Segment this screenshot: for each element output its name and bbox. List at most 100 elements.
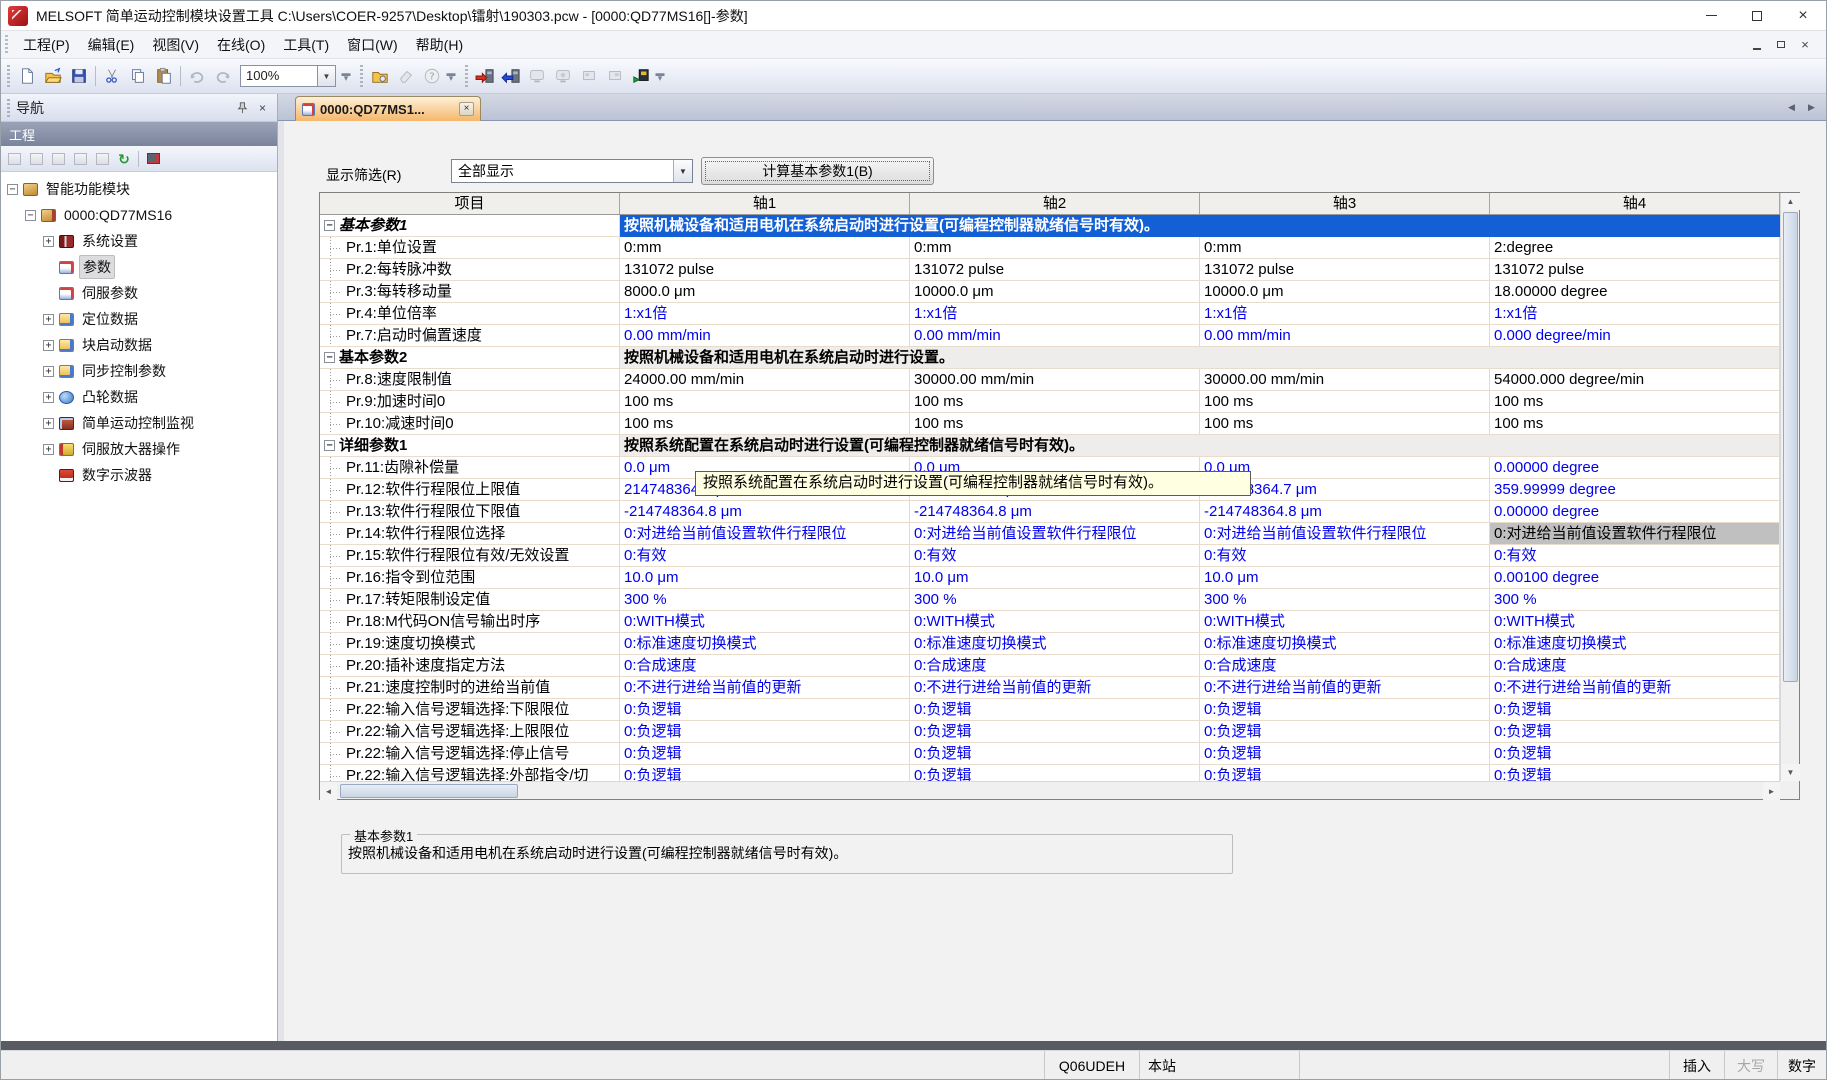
grid-cell[interactable]: 300 % xyxy=(1490,589,1780,611)
grid-cell[interactable]: 100 ms xyxy=(910,413,1200,435)
row-label[interactable]: Pr.11:齿隙补偿量 xyxy=(320,457,620,479)
save-project-button[interactable] xyxy=(66,63,92,89)
grid-cell[interactable]: 2:degree xyxy=(1490,237,1780,259)
grid-cell[interactable]: 0.00 mm/min xyxy=(620,325,910,347)
group-description-cell[interactable]: 按照机械设备和适用电机在系统启动时进行设置(可编程控制器就绪信号时有效)。 xyxy=(620,215,1780,237)
grid-cell[interactable]: 0:标准速度切换模式 xyxy=(910,633,1200,655)
menu-edit[interactable]: 编辑(E) xyxy=(79,31,144,59)
scroll-down-icon[interactable]: ▼ xyxy=(1781,764,1800,781)
tree-item-intelligent-function-module[interactable]: −智能功能模块 xyxy=(1,176,277,202)
tree-tool-device-button[interactable] xyxy=(143,149,163,169)
horizontal-scrollbar-thumb[interactable] xyxy=(340,784,518,798)
grid-cell[interactable]: 0:WITH模式 xyxy=(910,611,1200,633)
cut-button[interactable] xyxy=(99,63,125,89)
tree-expander-icon[interactable]: − xyxy=(25,210,36,221)
group-expander-icon[interactable]: − xyxy=(324,220,335,231)
tree-item-positioning-data[interactable]: +定位数据 xyxy=(1,306,277,332)
zoom-dropdown-icon[interactable]: ▼ xyxy=(318,65,336,87)
row-label[interactable]: Pr.12:软件行程限位上限值 xyxy=(320,479,620,501)
group-description-cell[interactable]: 按照系统配置在系统启动时进行设置(可编程控制器就绪信号时有效)。 xyxy=(620,435,1780,457)
row-label[interactable]: Pr.22:输入信号逻辑选择:上限限位 xyxy=(320,721,620,743)
grid-cell[interactable]: 0:合成速度 xyxy=(620,655,910,677)
grid-cell[interactable]: 0:负逻辑 xyxy=(1490,743,1780,765)
grid-cell[interactable]: 10.0 μm xyxy=(910,567,1200,589)
vertical-scrollbar-thumb[interactable] xyxy=(1783,212,1798,682)
grid-cell[interactable]: 24000.00 mm/min xyxy=(620,369,910,391)
grid-cell[interactable]: 0:负逻辑 xyxy=(910,699,1200,721)
grid-cell[interactable]: -214748364.8 μm xyxy=(1200,501,1490,523)
grid-cell[interactable]: 0:负逻辑 xyxy=(910,743,1200,765)
row-label[interactable]: Pr.2:每转脉冲数 xyxy=(320,259,620,281)
grid-cell[interactable]: 0.00000 degree xyxy=(1490,501,1780,523)
menu-project[interactable]: 工程(P) xyxy=(14,31,79,59)
menu-view[interactable]: 视图(V) xyxy=(143,31,208,59)
read-from-module-button[interactable] xyxy=(498,63,524,89)
grid-cell[interactable]: 10000.0 μm xyxy=(910,281,1200,303)
grid-cell[interactable]: 0:mm xyxy=(620,237,910,259)
grid-cell[interactable]: 100 ms xyxy=(620,413,910,435)
toolbar-overflow-icon[interactable]: ▬▾ xyxy=(445,63,457,89)
open-project-button[interactable] xyxy=(40,63,66,89)
maximize-button[interactable] xyxy=(1734,1,1780,31)
grid-cell[interactable]: 0:对进给当前值设置软件行程限位 xyxy=(1490,523,1780,545)
child-restore-button[interactable] xyxy=(1770,36,1792,54)
row-label[interactable]: Pr.17:转矩限制设定值 xyxy=(320,589,620,611)
grid-cell[interactable]: 0:负逻辑 xyxy=(1490,765,1780,781)
column-header-axis3[interactable]: 轴3 xyxy=(1200,193,1490,214)
grid-cell[interactable]: 0:对进给当前值设置软件行程限位 xyxy=(1200,523,1490,545)
tree-expander-icon[interactable]: + xyxy=(43,418,54,429)
tree-item-servo-parameter[interactable]: 伺服参数 xyxy=(1,280,277,306)
grid-cell[interactable]: 100 ms xyxy=(620,391,910,413)
grid-cell[interactable]: 0:负逻辑 xyxy=(1200,765,1490,781)
column-header-axis4[interactable]: 轴4 xyxy=(1490,193,1780,214)
grid-cell[interactable]: 0:不进行进给当前值的更新 xyxy=(1200,677,1490,699)
grid-cell[interactable]: 0:合成速度 xyxy=(1490,655,1780,677)
new-project-button[interactable] xyxy=(14,63,40,89)
menu-tools[interactable]: 工具(T) xyxy=(274,31,338,59)
grid-cell[interactable]: 0:负逻辑 xyxy=(910,765,1200,781)
grid-cell[interactable]: 0:合成速度 xyxy=(1200,655,1490,677)
horizontal-scrollbar[interactable]: ◄ ► xyxy=(320,781,1780,799)
grid-cell[interactable]: 0:有效 xyxy=(1200,545,1490,567)
grid-cell[interactable]: 131072 pulse xyxy=(1490,259,1780,281)
row-label[interactable]: Pr.22:输入信号逻辑选择:停止信号 xyxy=(320,743,620,765)
child-minimize-button[interactable] xyxy=(1746,36,1768,54)
grid-cell[interactable]: 0.00 mm/min xyxy=(910,325,1200,347)
menu-help[interactable]: 帮助(H) xyxy=(407,31,472,59)
group-expander-icon[interactable]: − xyxy=(324,352,335,363)
tree-item-servo-amplifier-operation[interactable]: +伺服放大器操作 xyxy=(1,436,277,462)
tree-item-cam-data[interactable]: +凸轮数据 xyxy=(1,384,277,410)
close-button[interactable]: × xyxy=(1780,1,1826,31)
grid-cell[interactable]: 10.0 μm xyxy=(1200,567,1490,589)
row-label[interactable]: Pr.21:速度控制时的进给当前值 xyxy=(320,677,620,699)
grid-cell[interactable]: 0:标准速度切换模式 xyxy=(620,633,910,655)
tree-expander-icon[interactable]: + xyxy=(43,444,54,455)
row-label[interactable]: Pr.22:输入信号逻辑选择:下限限位 xyxy=(320,699,620,721)
tab-close-button[interactable]: × xyxy=(459,102,474,116)
grid-cell[interactable]: 0:负逻辑 xyxy=(620,721,910,743)
grid-cell[interactable]: 0:mm xyxy=(1200,237,1490,259)
row-label[interactable]: Pr.8:速度限制值 xyxy=(320,369,620,391)
pin-button[interactable] xyxy=(233,100,250,116)
row-label[interactable]: Pr.15:软件行程限位有效/无效设置 xyxy=(320,545,620,567)
grid-cell[interactable]: 0:负逻辑 xyxy=(1490,699,1780,721)
write-to-module-button[interactable] xyxy=(472,63,498,89)
grid-cell[interactable]: 10.0 μm xyxy=(620,567,910,589)
grid-cell[interactable]: 0:有效 xyxy=(620,545,910,567)
toolbar-overflow-icon[interactable]: ▬▾ xyxy=(340,63,352,89)
row-label[interactable]: Pr.19:速度切换模式 xyxy=(320,633,620,655)
display-filter-combobox[interactable]: 全部显示 ▼ xyxy=(451,159,693,183)
scroll-up-icon[interactable]: ▲ xyxy=(1781,193,1800,210)
grid-cell[interactable]: 1:x1倍 xyxy=(910,303,1200,325)
scroll-left-icon[interactable]: ◄ xyxy=(320,782,337,800)
row-label[interactable]: Pr.7:启动时偏置速度 xyxy=(320,325,620,347)
row-label[interactable]: −基本参数1 xyxy=(320,215,620,237)
grid-cell[interactable]: 100 ms xyxy=(1200,413,1490,435)
grid-cell[interactable]: 0:有效 xyxy=(1490,545,1780,567)
column-header-axis2[interactable]: 轴2 xyxy=(910,193,1200,214)
grid-cell[interactable]: 100 ms xyxy=(1490,391,1780,413)
grid-cell[interactable]: 359.99999 degree xyxy=(1490,479,1780,501)
grid-cell[interactable]: -214748364.8 μm xyxy=(620,501,910,523)
calculate-basic-parameter-button[interactable]: 计算基本参数1(B) xyxy=(701,157,934,185)
grid-cell[interactable]: 100 ms xyxy=(1200,391,1490,413)
